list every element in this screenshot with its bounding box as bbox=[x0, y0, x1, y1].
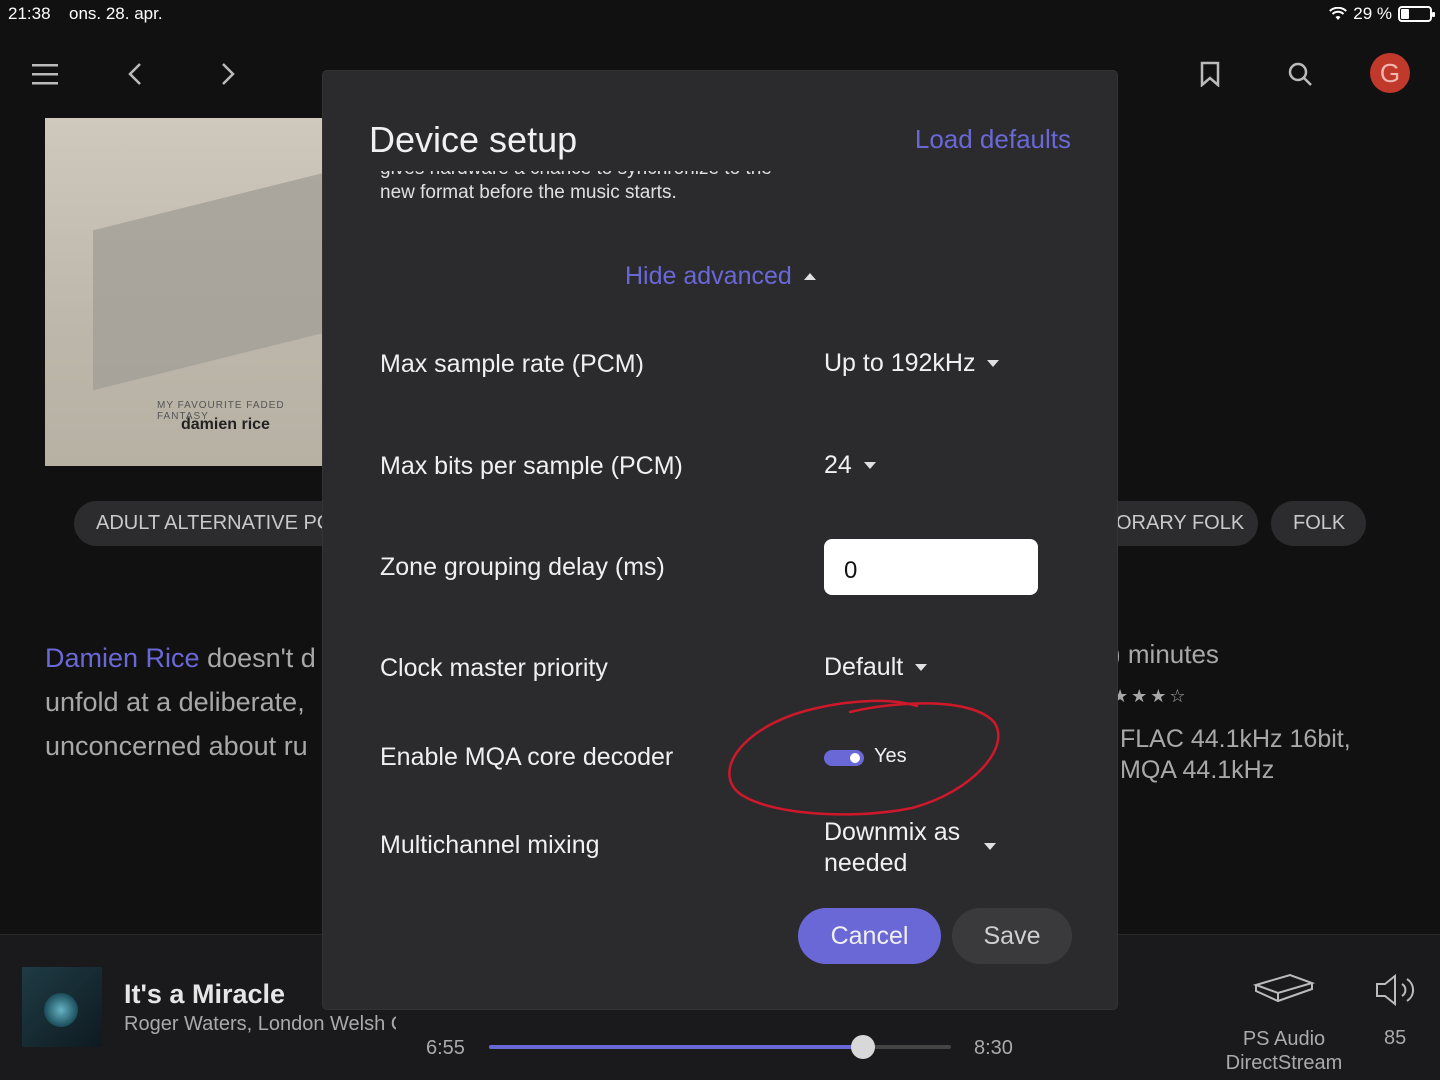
now-playing-artist[interactable]: Roger Waters, London Welsh C bbox=[124, 1013, 396, 1036]
album-duration: ) minutes bbox=[1112, 639, 1219, 669]
wifi-icon bbox=[1329, 7, 1348, 20]
now-playing-art[interactable] bbox=[22, 967, 102, 1047]
user-avatar[interactable]: G bbox=[1370, 53, 1410, 93]
volume-level[interactable]: 85 bbox=[1384, 1027, 1406, 1050]
menu-icon[interactable] bbox=[25, 56, 65, 92]
device-setup-dialog: Device setup Load defaults gives hardwar… bbox=[323, 71, 1117, 1009]
clock-master-label: Clock master priority bbox=[380, 654, 608, 682]
max-bits-value: 24 bbox=[824, 451, 852, 479]
caret-up-icon bbox=[803, 273, 816, 280]
forward-icon[interactable] bbox=[208, 56, 248, 92]
clock-master-value: Default bbox=[824, 653, 904, 681]
zone-grouping-delay-input[interactable]: 0 bbox=[824, 539, 1038, 595]
status-right: 29 % bbox=[1329, 4, 1435, 24]
description-line-2: new format before the music starts. bbox=[380, 182, 677, 203]
battery-icon bbox=[1398, 6, 1435, 22]
multichannel-value-line-2: needed bbox=[824, 849, 908, 877]
battery-percent: 29 % bbox=[1353, 4, 1392, 23]
caret-down-icon bbox=[863, 462, 876, 469]
genre-chip[interactable]: ADULT ALTERNATIVE PC bbox=[74, 501, 324, 546]
search-icon[interactable] bbox=[1280, 56, 1320, 92]
bio-line-1: doesn't d bbox=[199, 643, 316, 673]
format-line-2: MQA 44.1kHz bbox=[1120, 756, 1275, 784]
bookmark-icon[interactable] bbox=[1190, 56, 1230, 92]
max-bits-dropdown[interactable]: 24 bbox=[824, 451, 876, 480]
status-bar: 21:38 ons. 28. apr. 29 % bbox=[0, 0, 1440, 28]
progress-fill bbox=[489, 1045, 864, 1049]
mqa-decoder-label: Enable MQA core decoder bbox=[380, 743, 674, 771]
time-total: 8:30 bbox=[974, 1037, 1013, 1059]
bio-line-3: unconcerned about ru bbox=[45, 731, 308, 761]
progress-knob[interactable] bbox=[851, 1035, 876, 1059]
max-bits-label: Max bits per sample (PCM) bbox=[380, 452, 683, 480]
hide-advanced-toggle[interactable]: Hide advanced bbox=[625, 262, 816, 291]
album-rating[interactable]: ★★★☆ bbox=[1112, 686, 1189, 707]
caret-down-icon bbox=[915, 664, 928, 671]
artist-bio: Damien Rice doesn't d unfold at a delibe… bbox=[45, 636, 335, 768]
now-playing-track[interactable]: It's a Miracle bbox=[124, 979, 285, 1010]
zone-name[interactable]: PS Audio DirectStream bbox=[1222, 1027, 1346, 1075]
caret-down-icon[interactable] bbox=[984, 843, 996, 850]
clock-master-dropdown[interactable]: Default bbox=[824, 653, 928, 682]
max-sample-rate-value: Up to 192kHz bbox=[824, 349, 976, 377]
status-time: 21:38 bbox=[8, 4, 51, 23]
setting-description: gives hardware a chance to synchronize t… bbox=[380, 171, 772, 205]
album-cover[interactable]: MY FAVOURITE FADED FANTASY damien rice bbox=[45, 118, 323, 466]
genre-chip[interactable]: ORARY FOLK bbox=[1116, 501, 1258, 546]
multichannel-label: Multichannel mixing bbox=[380, 831, 600, 859]
back-icon[interactable] bbox=[115, 56, 155, 92]
progress-bar[interactable] bbox=[489, 1035, 951, 1059]
zone-line-2: DirectStream bbox=[1225, 1052, 1343, 1074]
annotation-circle bbox=[728, 699, 1000, 816]
description-line-1: gives hardware a chance to synchronize t… bbox=[380, 171, 772, 181]
max-sample-rate-dropdown[interactable]: Up to 192kHz bbox=[824, 349, 1000, 378]
genre-chip[interactable]: FOLK bbox=[1271, 501, 1366, 546]
volume-icon[interactable] bbox=[1374, 973, 1420, 1007]
format-line-1: FLAC 44.1kHz 16bit, bbox=[1120, 725, 1351, 753]
album-art-wall bbox=[93, 165, 323, 391]
zone-grouping-delay-label: Zone grouping delay (ms) bbox=[380, 553, 665, 581]
caret-down-icon bbox=[987, 360, 1000, 367]
album-cover-artist: damien rice bbox=[181, 416, 270, 433]
hide-advanced-label: Hide advanced bbox=[625, 262, 792, 290]
cancel-button[interactable]: Cancel bbox=[798, 908, 941, 964]
status-date: ons. 28. apr. bbox=[69, 4, 163, 23]
save-button[interactable]: Save bbox=[952, 908, 1072, 964]
description-scroll[interactable]: gives hardware a chance to synchronize t… bbox=[380, 171, 840, 217]
zone-line-1: PS Audio bbox=[1242, 1028, 1326, 1050]
load-defaults-button[interactable]: Load defaults bbox=[915, 124, 1071, 155]
bio-line-2: unfold at a deliberate, bbox=[45, 687, 305, 717]
max-sample-rate-label: Max sample rate (PCM) bbox=[380, 350, 644, 378]
device-icon[interactable] bbox=[1252, 971, 1316, 1011]
time-elapsed: 6:55 bbox=[426, 1037, 465, 1059]
multichannel-dropdown[interactable]: Downmix as needed bbox=[824, 817, 974, 879]
album-format: FLAC 44.1kHz 16bit, MQA 44.1kHz bbox=[1120, 724, 1351, 786]
dialog-title: Device setup bbox=[369, 119, 578, 160]
artist-link[interactable]: Damien Rice bbox=[45, 643, 200, 673]
